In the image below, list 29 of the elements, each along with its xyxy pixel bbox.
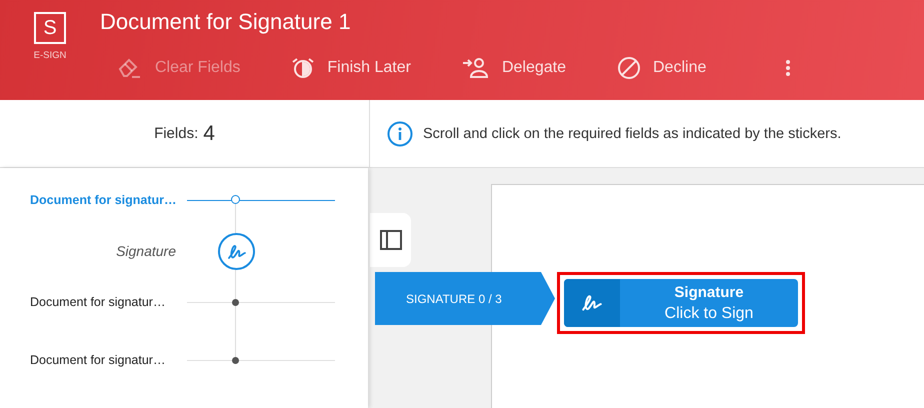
info-icon [387, 120, 413, 146]
decline-button[interactable]: Decline [617, 56, 706, 80]
fields-count: 4 [203, 122, 215, 146]
section-label[interactable]: Document for signatur… [30, 193, 177, 207]
eraser-icon [117, 56, 143, 80]
timeline-node [232, 299, 239, 306]
field-label[interactable]: Signature [116, 243, 176, 259]
section-label[interactable]: Document for signatur… [30, 353, 166, 367]
signature-icon [581, 294, 603, 312]
section-label[interactable]: Document for signatur… [30, 295, 166, 309]
fields-label: Fields: [154, 125, 198, 142]
person-arrow-icon [462, 57, 490, 79]
block-icon [617, 56, 641, 80]
alarm-clock-icon [291, 56, 316, 80]
sidebar-icon [380, 230, 402, 250]
info-message: Scroll and click on the required fields as indicated by the stickers. [423, 126, 842, 142]
field-action: Click to Sign [664, 304, 754, 324]
signature-sticker[interactable]: SIGNATURE 0 / 3 [375, 272, 555, 325]
field-title: Signature [674, 283, 744, 303]
document-title: Document for Signature 1 [100, 9, 352, 35]
logo-mark: S [34, 12, 66, 44]
sidebar-toggle-button[interactable] [370, 213, 411, 267]
signature-node-icon[interactable] [218, 233, 255, 270]
more-menu-icon[interactable] [785, 59, 792, 77]
signature-field[interactable]: Signature Click to Sign [564, 279, 798, 327]
app-name: E-SIGN [34, 50, 66, 61]
timeline-node [232, 357, 239, 364]
delegate-button[interactable]: Delegate [462, 57, 566, 79]
later-button[interactable]: Finish Later [291, 56, 411, 80]
